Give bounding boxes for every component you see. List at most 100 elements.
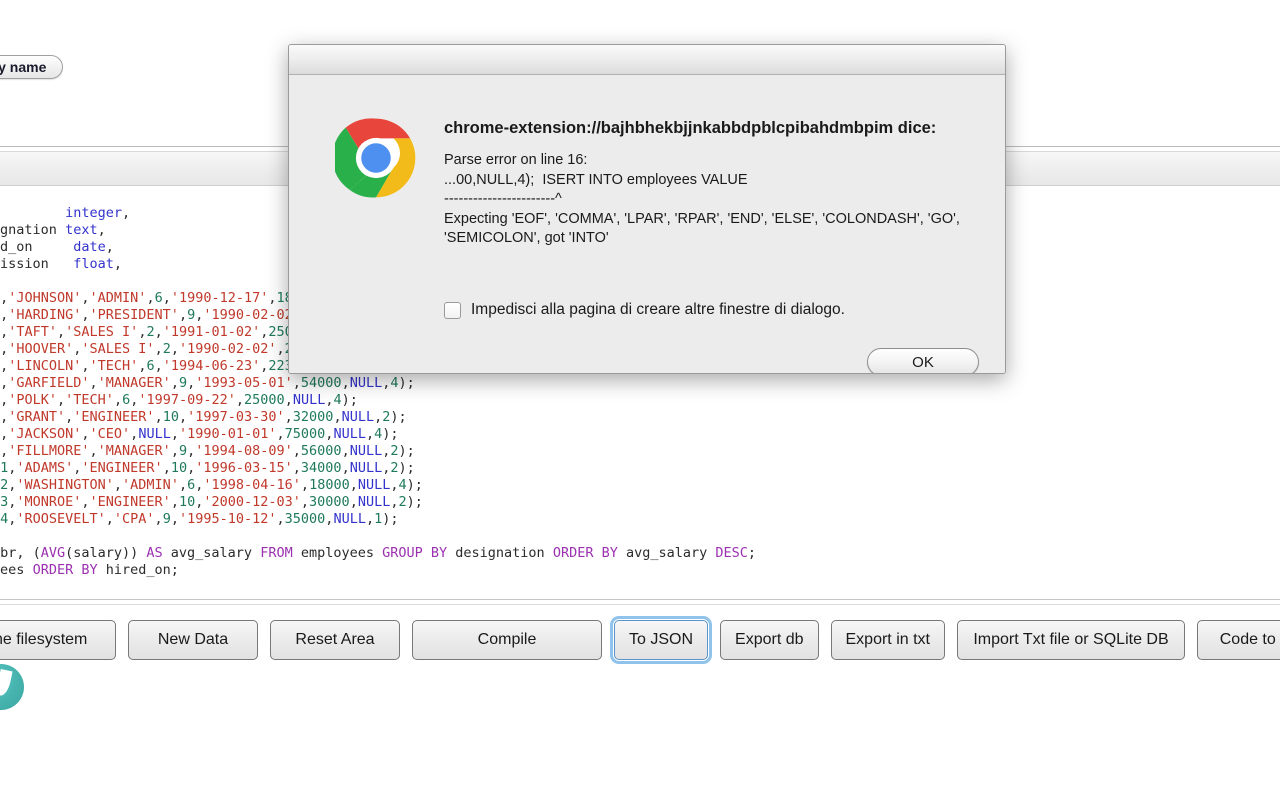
code-token: FROM xyxy=(260,545,301,561)
code-token: 6 xyxy=(122,392,131,408)
code-token: , xyxy=(57,324,66,340)
code-token: , xyxy=(113,477,123,493)
code-token: ); xyxy=(341,392,358,408)
code-line: oyees VALUES (10,'FILLMORE','MANAGER',9,… xyxy=(0,443,756,460)
bottom-divider xyxy=(0,599,1280,600)
code-token: avg_salary xyxy=(170,545,261,561)
code-token: float xyxy=(73,256,114,272)
code-token: DESC xyxy=(715,545,748,561)
code-token: , xyxy=(170,511,179,527)
code-token: 'ADMIN' xyxy=(89,290,147,306)
code-token: 'HARDING' xyxy=(8,307,82,323)
code-token: 'JOHNSON' xyxy=(8,290,82,306)
code-line: loyees VALUES (13,'MONROE','ENGINEER',10… xyxy=(0,494,756,511)
dialog-titlebar[interactable] xyxy=(289,45,1005,75)
export-db-button[interactable]: Export db xyxy=(720,620,819,660)
code-token: , xyxy=(170,375,179,391)
code-token: , xyxy=(81,358,90,374)
code-token: 2 xyxy=(146,324,155,340)
code-token: 13 xyxy=(0,494,9,510)
code-token: , xyxy=(81,494,90,510)
code-token: , xyxy=(154,511,163,527)
code-token: date xyxy=(73,239,106,255)
code-token: '1996-03-15' xyxy=(195,460,293,476)
code-token: 'MANAGER' xyxy=(97,443,171,459)
reset-area-button[interactable]: Reset Area xyxy=(270,620,400,660)
code-token: ); xyxy=(390,409,407,425)
code-line: on,COUNT(*) AS nbr, (AVG(salary)) AS avg… xyxy=(0,545,756,562)
code-token: NULL xyxy=(349,443,383,459)
export-in-txt-button-label: Export in txt xyxy=(845,631,930,648)
code-token: ); xyxy=(406,477,423,493)
code-token: designation xyxy=(0,222,57,238)
code-token: 9 xyxy=(178,375,188,391)
code-token: 'GARFIELD' xyxy=(8,375,90,391)
code-token: NULL xyxy=(357,477,391,493)
code-token: , xyxy=(341,460,350,476)
code-token: ; xyxy=(747,545,757,561)
code-token: 'PRESIDENT' xyxy=(89,307,179,323)
code-token: , xyxy=(178,307,188,323)
code-token: , xyxy=(276,511,285,527)
export-in-txt-button[interactable]: Export in txt xyxy=(830,620,945,660)
code-token: loyees( id xyxy=(0,205,65,221)
code-token: hired_on xyxy=(0,239,33,255)
code-token: 'LINCOLN' xyxy=(8,358,82,374)
export-db-button-label: Export db xyxy=(735,631,804,648)
code-token: '1993-05-01' xyxy=(195,375,293,391)
code-token: , xyxy=(333,409,342,425)
teal-logo-notch xyxy=(0,669,13,697)
code-token: designation xyxy=(455,545,553,561)
code-token: 'MANAGER' xyxy=(97,375,171,391)
code-token: , xyxy=(178,409,188,425)
code-to-cloud-button[interactable]: Code to Clo xyxy=(1196,620,1280,660)
suppress-dialogs-checkbox[interactable] xyxy=(444,301,461,319)
code-token: integer xyxy=(65,205,122,221)
code-token: , xyxy=(268,290,277,306)
chrome-alert-dialog: chrome-extension://bajhbhekbjjnkabbdpblc… xyxy=(288,44,1006,374)
dialog-ok-button[interactable]: OK xyxy=(867,348,979,373)
code-token: , xyxy=(154,358,163,374)
code-token: 30000 xyxy=(309,494,350,510)
code-token: 2 xyxy=(162,341,171,357)
suppress-dialogs-label: Impedisci alla pagina di creare altre fi… xyxy=(471,301,845,318)
app-root: t by name ISTS employees;loyees( id inte… xyxy=(0,0,1280,800)
compile-button[interactable]: Compile xyxy=(412,620,602,660)
code-token: '1998-04-16' xyxy=(203,477,301,493)
code-token: employees xyxy=(0,562,25,578)
save-in-chrome-filesystem-button[interactable]: ve in Chrome filesystem xyxy=(0,620,116,660)
code-token: , xyxy=(0,426,9,442)
code-token: 'TECH' xyxy=(89,358,139,374)
code-token: 'HOOVER' xyxy=(8,341,74,357)
code-to-cloud-button-label: Code to Clo xyxy=(1219,631,1280,648)
code-token: , xyxy=(57,392,66,408)
code-token: , xyxy=(0,358,9,374)
new-data-button[interactable]: New Data xyxy=(128,620,258,660)
code-token: NULL xyxy=(333,511,366,527)
suppress-dialogs-row[interactable]: Impedisci alla pagina di creare altre fi… xyxy=(444,301,845,319)
code-line: loyees VALUES (8,'GRANT','ENGINEER',10,'… xyxy=(0,409,756,426)
import-txt-or-sqlite-button[interactable]: Import Txt file or SQLite DB xyxy=(956,620,1185,660)
code-token: ); xyxy=(382,426,399,442)
code-token: 10 xyxy=(170,460,188,476)
to-json-button[interactable]: To JSON xyxy=(609,616,713,664)
code-line: d_on FROM employees ORDER BY hired_on; xyxy=(0,562,756,579)
code-token: , xyxy=(300,477,310,493)
code-token: 'POLK' xyxy=(8,392,58,408)
code-token: NULL xyxy=(138,426,171,442)
code-token: 25000 xyxy=(244,392,285,408)
code-token: ); xyxy=(398,443,415,459)
code-token: '1997-03-30' xyxy=(187,409,285,425)
sort-by-name-button[interactable]: t by name xyxy=(0,55,64,79)
to-json-button-label: To JSON xyxy=(629,631,694,648)
code-line: loyees VALUES (11,'ADAMS','ENGINEER',10,… xyxy=(0,460,756,477)
compile-button-label: Compile xyxy=(477,631,537,648)
code-token: 54000 xyxy=(300,375,342,391)
code-token: 'TAFT' xyxy=(8,324,58,340)
code-token: 2 xyxy=(390,443,399,459)
dialog-expecting-text: Expecting 'EOF', 'COMMA', 'LPAR', 'RPAR'… xyxy=(444,210,964,247)
code-token: '1990-12-17' xyxy=(170,290,269,306)
code-token: 9 xyxy=(187,307,196,323)
code-token: 4 xyxy=(374,426,383,442)
